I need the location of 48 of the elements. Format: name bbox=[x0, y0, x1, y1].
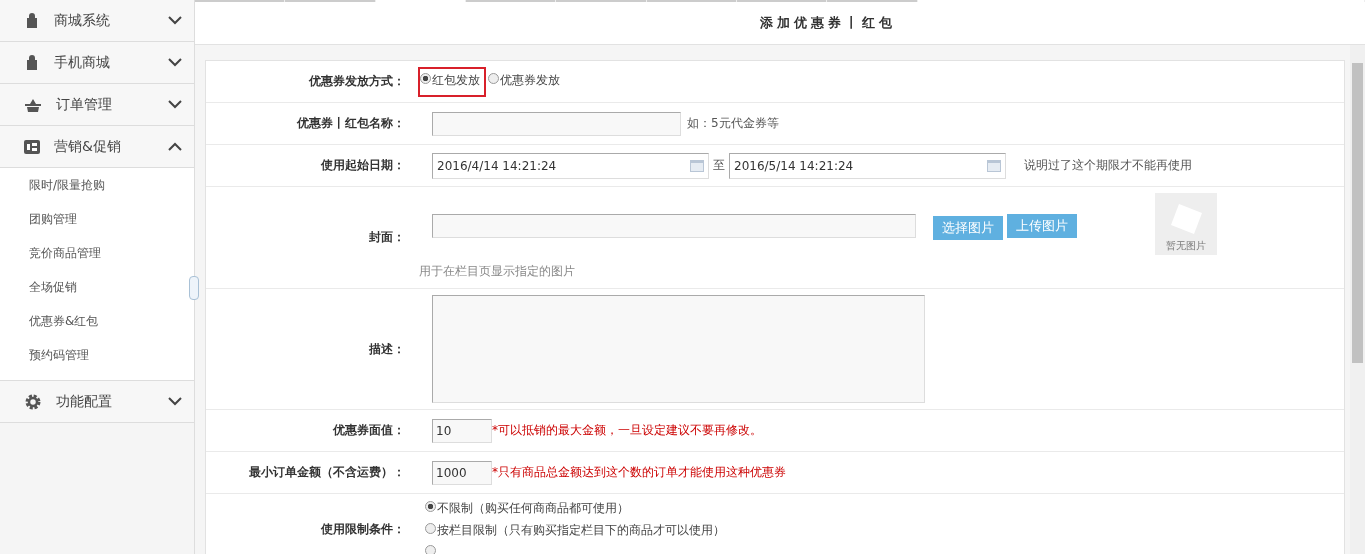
hint-text: *可以抵销的最大金额，一旦设定建议不要再修改。 bbox=[492, 422, 762, 439]
basket-icon bbox=[24, 97, 42, 112]
option-label: 不限制（购买任何商商品都可使用） bbox=[437, 500, 629, 517]
menu-item[interactable]: 团购管理 bbox=[0, 206, 182, 240]
date-field[interactable]: 2016/5/14 14:21:24 bbox=[729, 152, 1006, 179]
field-label: 使用限制条件： bbox=[320, 521, 405, 538]
settings-icon bbox=[24, 392, 42, 411]
hint-text: *只有商品总金额达到这个数的订单才能使用这种优惠券 bbox=[492, 464, 786, 481]
placeholder-text: 暂无图片 bbox=[1166, 239, 1206, 253]
field-label: 描述： bbox=[368, 340, 405, 358]
name-field[interactable] bbox=[432, 111, 681, 136]
amount-field[interactable]: 10 bbox=[432, 418, 492, 443]
radio-button[interactable] bbox=[425, 501, 436, 512]
field-label: 最小订单金额（不含运费）： bbox=[248, 464, 405, 481]
menu-item[interactable]: 全场促销 bbox=[0, 274, 182, 308]
menu-item[interactable]: 预约码管理 bbox=[0, 342, 182, 376]
description-field[interactable] bbox=[432, 295, 925, 403]
menu-item[interactable]: 竞价商品管理 bbox=[0, 240, 182, 274]
calendar-icon bbox=[690, 159, 704, 172]
option-label: 优惠券发放 bbox=[500, 71, 560, 89]
radio-button[interactable] bbox=[420, 72, 431, 84]
hint-text: 说明过了这个期限才不能再使用 bbox=[1024, 157, 1192, 174]
option-label: 按栏目限制（只有购买指定栏目下的商品才可以使用） bbox=[437, 522, 725, 539]
radio-button[interactable] bbox=[425, 523, 436, 534]
field-label: 优惠券面值： bbox=[331, 422, 405, 439]
menu-item[interactable]: 限时/限量抢购 bbox=[0, 172, 182, 206]
hint-text: 用于在栏目页显示指定的图片 bbox=[419, 263, 576, 280]
field-label: 使用起始日期： bbox=[320, 157, 405, 174]
amount-field[interactable]: 1000 bbox=[432, 460, 492, 485]
field-label: 封面： bbox=[368, 229, 405, 246]
field-label: 优惠券发放方式： bbox=[307, 73, 405, 90]
radio-button[interactable] bbox=[488, 72, 499, 84]
radio-option[interactable]: 红包发放 bbox=[418, 66, 486, 97]
scrollbar[interactable] bbox=[1350, 45, 1365, 554]
bag-icon bbox=[24, 12, 40, 29]
cover-field[interactable] bbox=[432, 214, 916, 238]
separator-text: 至 bbox=[713, 157, 725, 174]
field-label: 优惠券丨红包名称： bbox=[295, 115, 405, 132]
calendar-icon bbox=[987, 159, 1001, 172]
bag-icon bbox=[24, 54, 40, 71]
radio-button[interactable] bbox=[425, 545, 436, 554]
card-icon bbox=[24, 139, 40, 154]
page-title: 添加优惠券丨红包 bbox=[760, 14, 896, 32]
menu-item[interactable]: 优惠券&红包 bbox=[0, 308, 182, 342]
hint-text: 如：5元代金券等 bbox=[687, 115, 779, 132]
date-field[interactable]: 2016/4/14 14:21:24 bbox=[432, 152, 709, 179]
option-label: 红包发放 bbox=[432, 71, 480, 89]
radio-option[interactable]: 优惠券发放 bbox=[486, 66, 566, 97]
